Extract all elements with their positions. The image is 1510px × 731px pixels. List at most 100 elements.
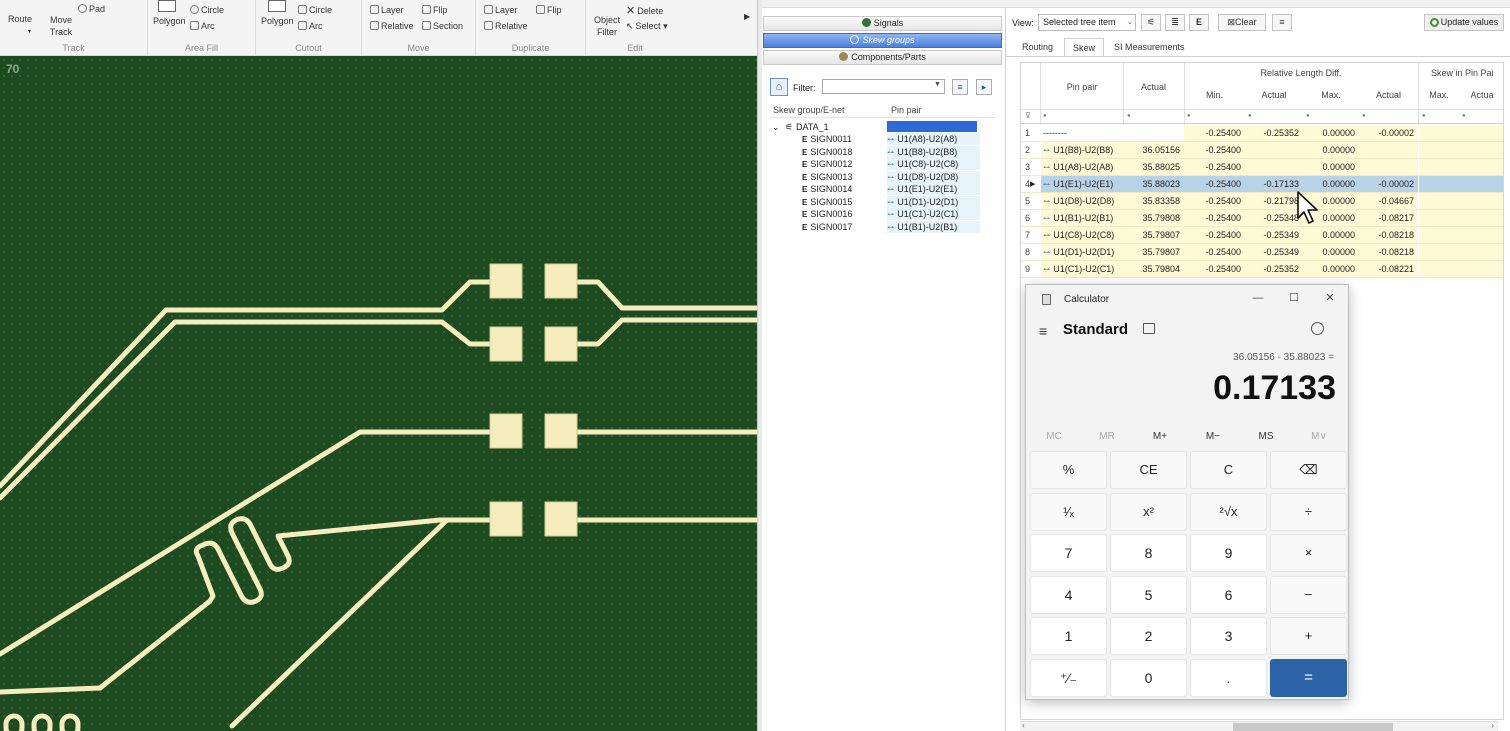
- cell-skew-actual[interactable]: [1459, 125, 1503, 141]
- cell-actual[interactable]: 35.88025: [1123, 159, 1184, 175]
- table-row[interactable]: 7 ⥎ U1(C8)-U2(C8) 35.79807 -0.25400 -0.25349 0…: [1021, 227, 1503, 244]
- arc-button[interactable]: Arc: [190, 21, 215, 31]
- cell-skew-actual[interactable]: [1459, 227, 1503, 243]
- cell-rel-actual[interactable]: -0.25352: [1245, 125, 1303, 141]
- header-max[interactable]: Max.: [1303, 90, 1359, 100]
- delete-button[interactable]: ✕ Delete: [626, 4, 663, 17]
- memory-list-button[interactable]: M∨: [1299, 431, 1339, 442]
- dup-layer-button[interactable]: Layer: [484, 5, 518, 15]
- percent-key[interactable]: %: [1030, 451, 1107, 489]
- cell-actual[interactable]: [1123, 125, 1184, 141]
- cell-pin-pair[interactable]: ⥎ U1(C1)-U2(C1): [1041, 261, 1124, 277]
- cell-rel-actual[interactable]: -0.21798: [1245, 193, 1303, 209]
- add-key[interactable]: +: [1270, 617, 1347, 655]
- cell-max[interactable]: 0.00000: [1303, 142, 1359, 158]
- cell-rel-actual[interactable]: [1245, 159, 1303, 175]
- select-button[interactable]: ↖ Select ▾: [626, 21, 668, 32]
- header-skew-actual[interactable]: Actua: [1459, 90, 1503, 100]
- cell-actual[interactable]: 35.88023: [1123, 176, 1184, 192]
- cell-actual[interactable]: 35.83358: [1123, 193, 1184, 209]
- pad-button[interactable]: Pad: [78, 4, 105, 14]
- expand-chevron-icon[interactable]: ⌄: [772, 121, 780, 133]
- table-row[interactable]: 3 ⥎ U1(A8)-U2(A8) 35.88025 -0.25400 0.00000: [1021, 159, 1503, 176]
- digit-7-key[interactable]: 7: [1030, 534, 1107, 572]
- cell-actual-2[interactable]: [1359, 159, 1418, 175]
- columns-icon[interactable]: ≣: [1165, 14, 1185, 31]
- filter-cell-icon[interactable]: ●: [1187, 113, 1191, 119]
- header-actual[interactable]: Actual: [1123, 82, 1184, 92]
- view-dropdown-icon[interactable]: ⌄: [1127, 18, 1133, 26]
- cell-max[interactable]: 0.00000: [1303, 159, 1359, 175]
- scroll-left-icon[interactable]: ‹: [1022, 721, 1025, 730]
- header-min[interactable]: Min.: [1184, 90, 1245, 100]
- cutout-circle-button[interactable]: Circle: [298, 5, 332, 15]
- close-icon[interactable]: ✕: [1320, 290, 1340, 306]
- history-icon[interactable]: [1311, 322, 1324, 335]
- table-row[interactable]: 9 ⥎ U1(C1)-U2(C1) 35.79804 -0.25400 -0.25352 0…: [1021, 261, 1503, 278]
- cell-pin-pair[interactable]: --------: [1041, 125, 1124, 141]
- cell-rel-actual[interactable]: -0.25348: [1245, 210, 1303, 226]
- tree-net-row[interactable]: E SIGN0012 ⥎ U1(C8)-U2(C8): [770, 158, 996, 170]
- cell-skew-actual[interactable]: [1459, 159, 1503, 175]
- scrollbar-thumb[interactable]: [1233, 723, 1393, 731]
- clear-key[interactable]: C: [1190, 451, 1267, 489]
- update-values-button[interactable]: Update values: [1424, 14, 1504, 31]
- object-filter-button[interactable]: Object Filter: [590, 14, 624, 38]
- table-row[interactable]: 5 ⥎ U1(D8)-U2(D8) 35.83358 -0.25400 -0.21798 0…: [1021, 193, 1503, 210]
- cell-rel-actual[interactable]: -0.25349: [1245, 227, 1303, 243]
- memory-subtract-button[interactable]: M−: [1193, 431, 1233, 442]
- backspace-key[interactable]: ⌫: [1270, 451, 1347, 489]
- cell-min[interactable]: -0.25400: [1184, 176, 1245, 192]
- tree-net-row[interactable]: E SIGN0018 ⥎ U1(B8)-U2(B8): [770, 145, 996, 158]
- digit-2-key[interactable]: 2: [1110, 617, 1187, 655]
- subtract-key[interactable]: −: [1270, 575, 1347, 614]
- skew-groups-accordion-button[interactable]: Skew groups: [763, 33, 1002, 48]
- memory-recall-button[interactable]: MR: [1087, 431, 1127, 442]
- cell-pin-pair[interactable]: ⥎ U1(D1)-U2(D1): [1041, 244, 1124, 260]
- filter-cell-icon[interactable]: ●: [1306, 113, 1310, 119]
- square-root-key[interactable]: ²√x: [1190, 492, 1267, 531]
- tree-net-row[interactable]: E SIGN0015 ⥎ U1(D1)-U2(D1): [770, 195, 996, 208]
- pcb-canvas[interactable]: 70 R1 R2 R3 R4: [0, 56, 757, 731]
- cell-min[interactable]: -0.25400: [1184, 142, 1245, 158]
- digit-5-key[interactable]: 5: [1110, 575, 1187, 614]
- ribbon-expand-icon[interactable]: ▶: [744, 12, 750, 21]
- divide-key[interactable]: ÷: [1270, 492, 1347, 531]
- cell-rel-actual[interactable]: -0.25352: [1245, 261, 1303, 277]
- cell-min[interactable]: -0.25400: [1184, 193, 1245, 209]
- route-dropdown-icon[interactable]: ▾: [28, 28, 31, 35]
- minimize-icon[interactable]: —: [1248, 290, 1268, 306]
- tab-skew[interactable]: Skew: [1064, 38, 1105, 56]
- cell-actual[interactable]: 35.79804: [1123, 261, 1184, 277]
- scroll-right-icon[interactable]: ›: [1491, 721, 1494, 730]
- header-pin-pair[interactable]: Pin pair: [1041, 82, 1123, 92]
- cell-actual[interactable]: 35.79807: [1123, 227, 1184, 243]
- header-actual-2[interactable]: Actual: [1359, 90, 1418, 100]
- cell-skew-actual[interactable]: [1459, 176, 1503, 192]
- cell-min[interactable]: -0.25400: [1184, 159, 1245, 175]
- cell-pin-pair[interactable]: ⥎ U1(E1)-U2(E1): [1041, 176, 1124, 192]
- tree-net-row[interactable]: E SIGN0017 ⥎ U1(B1)-U2(B1): [770, 220, 996, 233]
- digit-9-key[interactable]: 9: [1190, 534, 1267, 572]
- digit-0-key[interactable]: 0: [1110, 658, 1187, 697]
- cell-max[interactable]: 0.00000: [1303, 227, 1359, 243]
- cell-skew-max[interactable]: [1419, 142, 1459, 158]
- cell-rel-actual[interactable]: -0.17133: [1245, 176, 1303, 192]
- view-select[interactable]: Selected tree item: [1038, 14, 1136, 31]
- table-row[interactable]: 6 ⥎ U1(B1)-U2(B1) 35.79808 -0.25400 -0.25348 0…: [1021, 210, 1503, 227]
- horizontal-scrollbar[interactable]: ‹ ›: [1020, 721, 1498, 731]
- dup-relative-button[interactable]: Relative: [484, 21, 528, 31]
- move-section-button[interactable]: Section: [422, 21, 463, 31]
- tree-net-row[interactable]: E SIGN0011 ⥎ U1(A8)-U2(A8): [770, 133, 996, 145]
- digit-8-key[interactable]: 8: [1110, 534, 1187, 572]
- cell-actual-2[interactable]: -0.08218: [1359, 244, 1418, 260]
- dup-flip-button[interactable]: Flip: [536, 5, 562, 15]
- move-flip-button[interactable]: Flip: [422, 5, 448, 15]
- digit-4-key[interactable]: 4: [1030, 575, 1107, 614]
- cell-actual[interactable]: 35.79808: [1123, 210, 1184, 226]
- cell-actual-2[interactable]: -0.08221: [1359, 261, 1418, 277]
- cell-pin-pair[interactable]: ⥎ U1(B8)-U2(B8): [1041, 142, 1124, 158]
- cell-pin-pair[interactable]: ⥎ U1(A8)-U2(A8): [1041, 159, 1124, 175]
- reciprocal-key[interactable]: ¹⁄ₓ: [1030, 492, 1107, 531]
- negate-key[interactable]: ⁺⁄₋: [1030, 658, 1107, 697]
